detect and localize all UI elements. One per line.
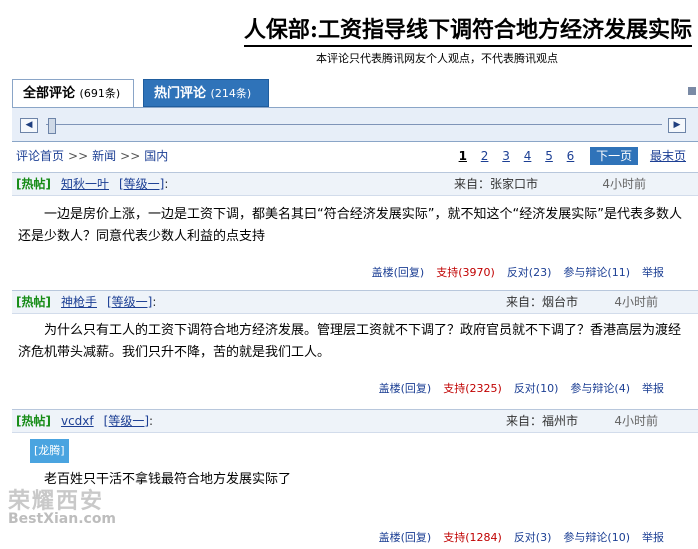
reply-link[interactable]: 盖楼(回复) — [379, 382, 432, 395]
comment-from: 来自：张家口市 — [453, 177, 538, 191]
comment-header: [热帖] vcdxf [等级一]: 来自：福州市 4小时前 — [12, 409, 698, 433]
comment-actions: 盖楼(回复) 支持(2325) 反对(10) 参与辩论(4) 举报 — [367, 378, 664, 400]
tab-hot-label: 热门评论 — [154, 86, 207, 101]
breadcrumb-sep: >> — [68, 149, 89, 163]
colon: : — [164, 177, 169, 191]
comment-from: 来自：烟台市 — [505, 295, 578, 309]
colon: : — [152, 295, 157, 309]
comment-text: 一边是房价上涨，一边是工资下调，都美名其曰“符合经济发展实际”，就不知这个“经济… — [18, 207, 682, 244]
watermark: 荣耀西安 BestXian.com — [8, 483, 116, 527]
page-6[interactable]: 6 — [567, 149, 575, 163]
reply-link[interactable]: 盖楼(回复) — [372, 266, 425, 279]
tab-hot-comments[interactable]: 热门评论 (214条) — [143, 79, 269, 107]
slider-prev-icon[interactable]: ◀ — [20, 118, 38, 133]
report-link[interactable]: 举报 — [642, 382, 664, 395]
hot-tag: [热帖] — [16, 414, 51, 428]
tab-all-comments[interactable]: 全部评论 (691条) — [12, 79, 134, 107]
comment-actions: 盖楼(回复) 支持(3970) 反对(23) 参与辩论(11) 举报 — [360, 262, 664, 284]
page-2[interactable]: 2 — [481, 149, 489, 163]
tab-all-count: (691条) — [79, 87, 121, 100]
slider-next-icon[interactable]: ▶ — [668, 118, 686, 133]
hot-tag: [热帖] — [16, 295, 51, 309]
comment-text: 老百姓只干活不拿钱最符合地方发展实际了 — [44, 472, 292, 487]
pager: 1 2 3 4 5 6 下一页 最末页 — [449, 147, 686, 165]
user-level[interactable]: [等级一] — [107, 295, 152, 309]
comment-user[interactable]: 知秋一叶 — [61, 177, 109, 191]
comment-user[interactable]: vcdxf — [61, 414, 94, 428]
colon: : — [149, 414, 154, 428]
breadcrumb-domestic[interactable]: 国内 — [144, 149, 168, 163]
breadcrumb-sep: >> — [120, 149, 141, 163]
report-link[interactable]: 举报 — [642, 266, 664, 279]
next-page-button[interactable]: 下一页 — [590, 147, 639, 165]
breadcrumb-news[interactable]: 新闻 — [92, 149, 116, 163]
comment-actions: 盖楼(回复) 支持(1284) 反对(3) 参与辩论(10) 举报 — [367, 527, 664, 549]
comment-item: [热帖] 知秋一叶 [等级一]: 来自：张家口市 4小时前 一边是房价上涨，一边是工… — [12, 172, 698, 284]
collapse-icon[interactable] — [688, 87, 696, 95]
comment-time: 4小时前 — [614, 295, 658, 309]
comment-body: 为什么只有工人的工资下调符合地方经济发展。管理层工资就不下调了？政府官员就不下调… — [12, 314, 698, 412]
longteng-badge: [龙腾] — [30, 439, 69, 463]
comment-user[interactable]: 神枪手 — [61, 295, 97, 309]
page-4[interactable]: 4 — [524, 149, 532, 163]
tab-hot-count: (214条) — [210, 87, 252, 100]
page-5[interactable]: 5 — [545, 149, 553, 163]
comment-header: [热帖] 知秋一叶 [等级一]: 来自：张家口市 4小时前 — [12, 172, 698, 196]
comment-from: 来自：福州市 — [505, 414, 578, 428]
slider-track[interactable] — [46, 124, 662, 125]
page-slider: ◀ ▶ — [12, 107, 698, 142]
support-link[interactable]: 支持(2325) — [443, 382, 502, 395]
comment-time: 4小时前 — [602, 177, 646, 191]
page-3[interactable]: 3 — [502, 149, 510, 163]
user-level[interactable]: [等级一] — [119, 177, 164, 191]
page-1[interactable]: 1 — [459, 149, 467, 163]
comment-header: [热帖] 神枪手 [等级一]: 来自：烟台市 4小时前 — [12, 290, 698, 314]
page-title: 人保部:工资指导线下调符合地方经济发展实际 — [243, 12, 692, 47]
slider-thumb[interactable] — [48, 118, 56, 134]
watermark-en: BestXian.com — [8, 511, 117, 527]
comment-text: 为什么只有工人的工资下调符合地方经济发展。管理层工资就不下调了？政府官员就不下调… — [18, 323, 682, 360]
oppose-link[interactable]: 反对(23) — [507, 266, 552, 279]
comment-time: 4小时前 — [614, 414, 658, 428]
page-subtitle: 本评论只代表腾讯网友个人观点，不代表腾讯观点 — [316, 52, 558, 65]
last-page-link[interactable]: 最末页 — [650, 149, 686, 163]
nav-row: 评论首页 >> 新闻 >> 国内 1 2 3 4 5 6 下一页 最末页 — [16, 147, 686, 165]
hot-tag: [热帖] — [16, 177, 51, 191]
comment-item: [热帖] 神枪手 [等级一]: 来自：烟台市 4小时前 为什么只有工人的工资下调符合… — [12, 290, 698, 412]
comment-body: 一边是房价上涨，一边是工资下调，都美名其曰“符合经济发展实际”，就不知这个“经济… — [12, 196, 698, 284]
comment-tabs: 全部评论 (691条) 热门评论 (214条) — [12, 79, 698, 107]
user-level[interactable]: [等级一] — [104, 414, 149, 428]
breadcrumb-home[interactable]: 评论首页 — [16, 149, 64, 163]
support-link[interactable]: 支持(3970) — [436, 266, 495, 279]
oppose-link[interactable]: 反对(10) — [514, 382, 559, 395]
debate-link[interactable]: 参与辩论(11) — [563, 266, 630, 279]
debate-link[interactable]: 参与辩论(4) — [570, 382, 630, 395]
tab-all-label: 全部评论 — [23, 86, 76, 101]
